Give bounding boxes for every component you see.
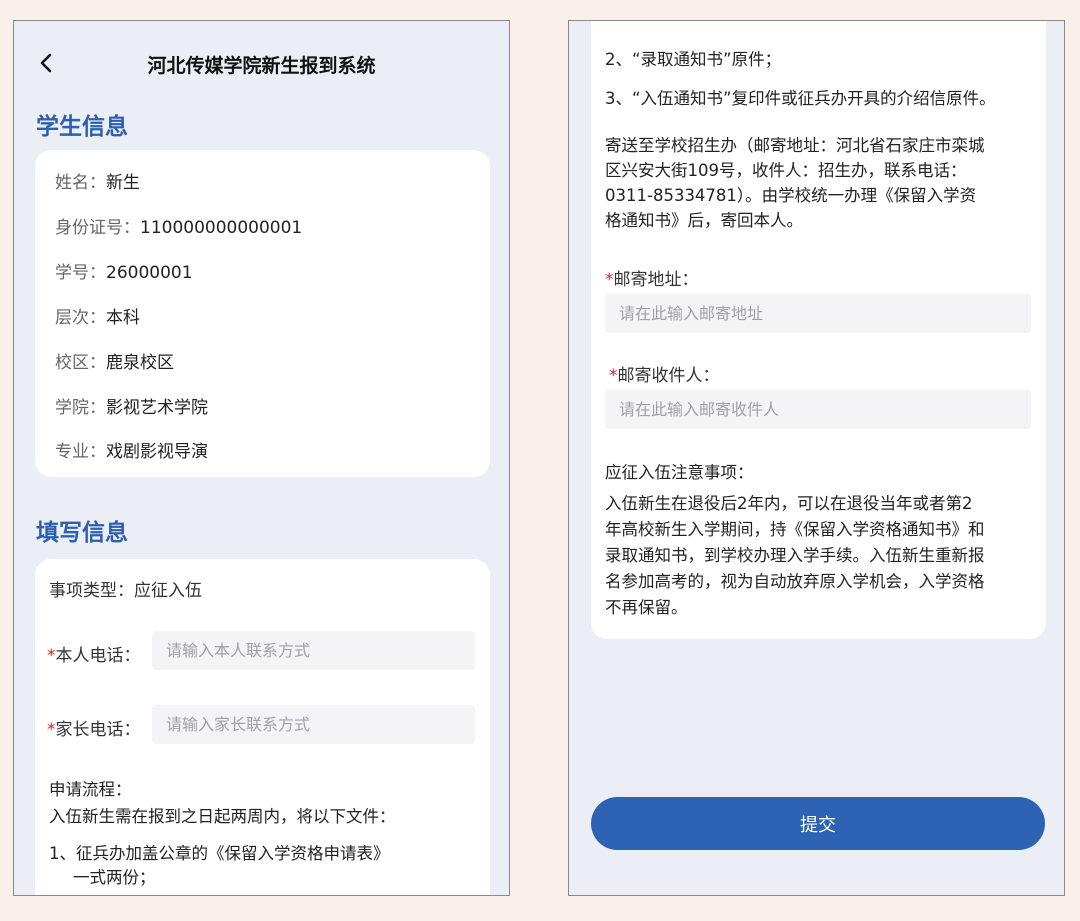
recipient-input[interactable] [605,390,1031,429]
info-row-major: 专业：戏剧影视导演 [55,437,208,462]
info-row-id-number: 身份证号：110000000000001 [55,213,302,238]
mail-instruction-line-1: 寄送至学校招生办（邮寄地址：河北省石家庄市栾城 [605,136,985,155]
info-label: 学号： [55,263,106,283]
fill-info-title: 填写信息 [36,520,128,546]
phone-input[interactable] [152,631,475,670]
phone-label: *本人电话： [47,641,141,666]
required-mark: * [609,366,618,386]
info-label: 专业： [55,442,106,462]
info-label: 校区： [55,353,106,373]
process-item-1: 1、征兵办加盖公章的《保留入学资格申请表》 [49,844,390,863]
required-mark: * [605,270,614,290]
student-info-card: 姓名：新生 身份证号：110000000000001 学号：26000001 层… [35,150,490,477]
info-value: 新生 [106,173,140,193]
page-title: 河北传媒学院新生报到系统 [147,55,376,77]
info-row-level: 层次：本科 [55,303,140,328]
notes-line-3: 录取通知书，到学校办理入学手续。入伍新生重新报 [605,546,985,565]
info-value: 本科 [106,308,140,328]
fill-info-card-continued: 2、“录取通知书”原件； 3、“入伍通知书”复印件或征兵办开具的介绍信原件。 寄… [591,21,1046,639]
info-row-campus: 校区：鹿泉校区 [55,348,174,373]
info-label: 姓名： [55,173,106,193]
fill-info-card: 事项类型：应征入伍 *本人电话： *家长电话： 申请流程： 入伍新生需在报到之日… [35,559,490,895]
right-screen: 2、“录取通知书”原件； 3、“入伍通知书”复印件或征兵办开具的介绍信原件。 寄… [568,20,1065,896]
address-input[interactable] [605,294,1031,333]
info-label: 身份证号： [55,218,140,238]
address-label-text: 邮寄地址： [613,270,699,290]
required-mark: * [47,720,56,740]
address-label: *邮寄地址： [605,265,699,290]
process-intro: 入伍新生需在报到之日起两周内，将以下文件： [49,807,396,826]
notes-line-5: 不再保留。 [605,598,688,617]
notes-line-4: 名参加高考的，视为自动放弃原入学机会，入学资格 [605,572,985,591]
info-label: 学院： [55,398,106,418]
info-row-student-number: 学号：26000001 [55,258,193,283]
item-type-value: 应征入伍 [134,581,202,601]
parent-phone-label: *家长电话： [47,715,141,740]
required-mark: * [47,646,56,666]
item-type-row: 事项类型：应征入伍 [49,576,202,601]
phone-label-text: 本人电话： [55,646,141,666]
left-screen: 河北传媒学院新生报到系统 学生信息 姓名：新生 身份证号：11000000000… [13,20,510,896]
info-value: 戏剧影视导演 [106,442,208,462]
process-item-3: 3、“入伍通知书”复印件或征兵办开具的介绍信原件。 [605,89,996,108]
mail-instruction-line-2: 区兴安大街109号，收件人：招生办，联系电话： [605,161,967,180]
process-item-1-continued: 一式两份； [73,868,156,887]
process-title: 申请流程： [49,780,132,799]
item-type-label: 事项类型： [49,581,134,601]
process-item-2: 2、“录取通知书”原件； [605,50,782,69]
info-label: 层次： [55,308,106,328]
mail-instruction-line-3: 0311-85334781）。由学校统一办理《保留入学资 [605,186,977,205]
mail-instruction-line-4: 格通知书》后，寄回本人。 [605,211,803,230]
notes-line-1: 入伍新生在退役后2年内，可以在退役当年或者第2 [605,494,973,513]
student-info-title: 学生信息 [36,114,128,140]
info-value: 26000001 [106,263,193,283]
notes-title: 应征入伍注意事项： [605,463,754,482]
recipient-label: *邮寄收件人： [609,361,720,386]
info-row-name: 姓名：新生 [55,168,140,193]
recipient-label-text: 邮寄收件人： [617,366,720,386]
info-value: 110000000000001 [140,218,303,238]
parent-phone-label-text: 家长电话： [55,720,141,740]
submit-button[interactable]: 提交 [591,797,1045,850]
parent-phone-input[interactable] [152,705,475,744]
notes-line-2: 年高校新生入学期间，持《保留入学资格通知书》和 [605,520,985,539]
info-row-college: 学院：影视艺术学院 [55,393,208,418]
info-value: 影视艺术学院 [106,398,208,418]
info-value: 鹿泉校区 [106,353,174,373]
app-header: 河北传媒学院新生报到系统 [14,21,509,105]
